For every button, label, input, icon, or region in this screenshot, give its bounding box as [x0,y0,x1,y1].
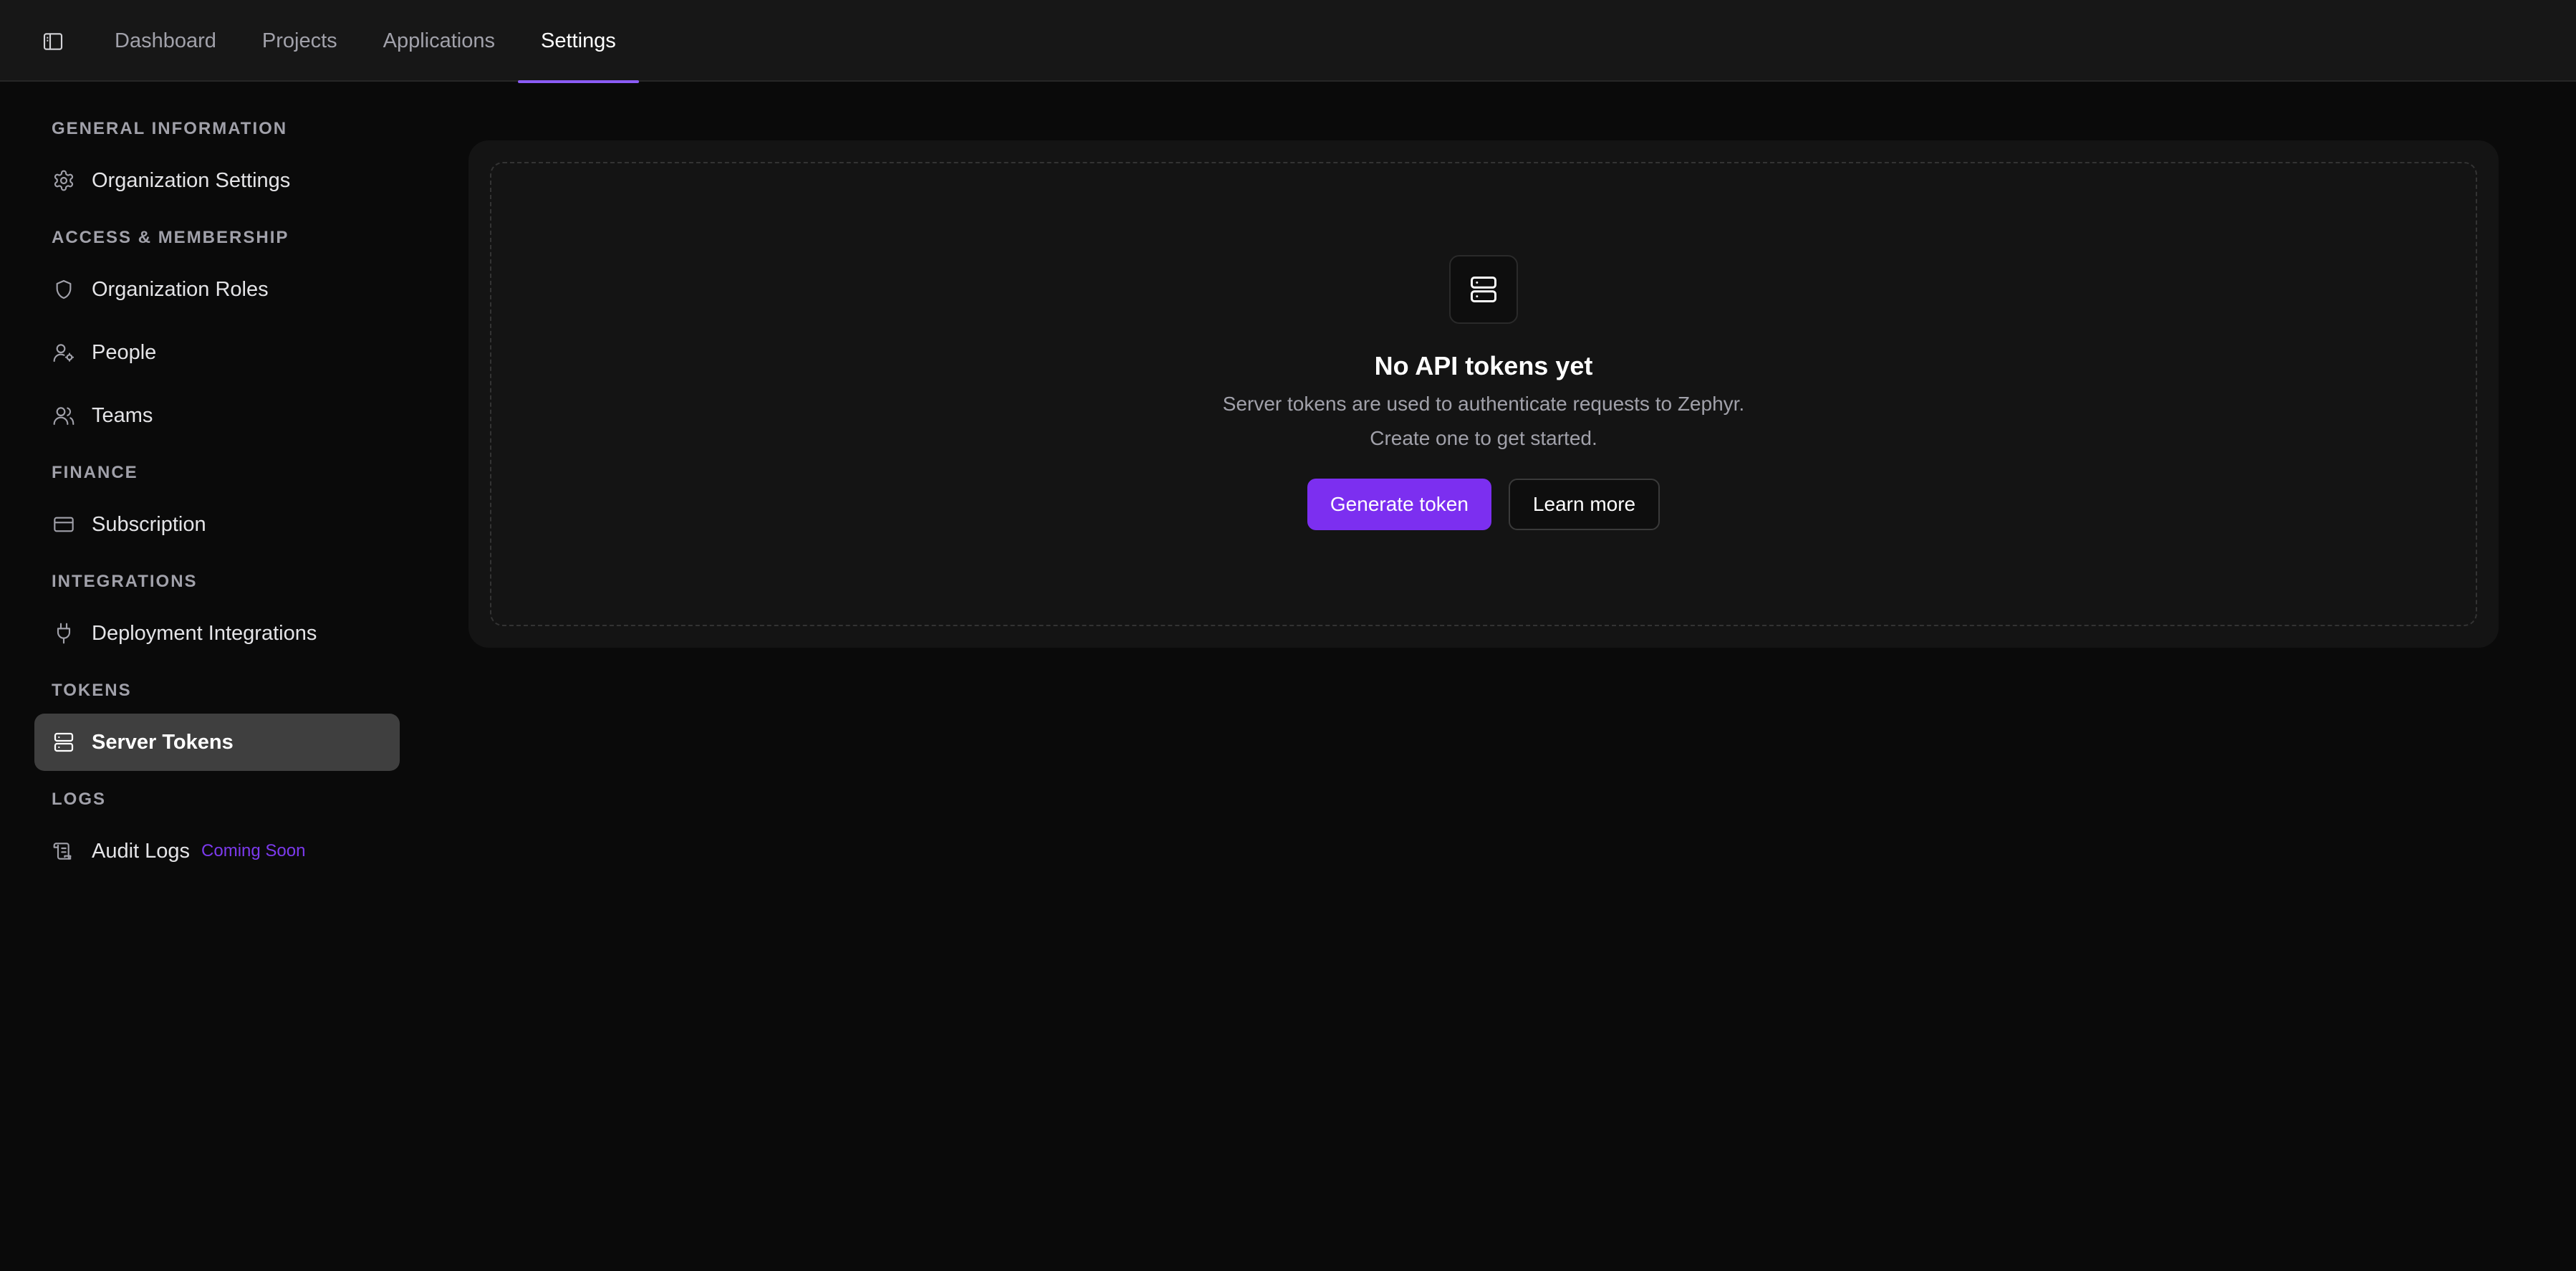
section-label-general-information: GENERAL INFORMATION [52,119,288,138]
sidebar-item-teams[interactable]: Teams [34,387,400,444]
top-navigation-bar: Dashboard Projects Applications Settings [0,0,2576,83]
empty-state: No API tokens yet Server tokens are used… [490,162,2477,626]
sidebar-item-label: Deployment Integrations [92,621,317,645]
users-icon [52,403,76,428]
empty-state-title: No API tokens yet [1374,351,1593,380]
sidebar-item-label: Organization Roles [92,277,269,301]
plug-icon [52,621,76,646]
sidebar-item-organization-settings[interactable]: Organization Settings [34,152,400,209]
sidebar-item-people[interactable]: People [34,324,400,381]
sidebar-item-subscription[interactable]: Subscription [34,496,400,553]
tab-projects[interactable]: Projects [239,0,360,82]
tab-applications[interactable]: Applications [360,0,518,82]
gear-icon [52,168,76,193]
shield-icon [52,277,76,302]
scroll-icon [52,839,76,863]
section-label-logs: LOGS [52,790,107,809]
credit-card-icon [52,512,76,537]
sidebar-item-label: Teams [92,403,153,427]
tab-dashboard[interactable]: Dashboard [92,0,239,82]
server-tokens-panel: No API tokens yet Server tokens are used… [468,140,2499,648]
sidebar-item-label: Subscription [92,512,206,536]
settings-sidebar: GENERAL INFORMATION Organization Setting… [0,82,430,1271]
empty-state-description: Server tokens are used to authenticate r… [1222,393,1745,415]
sidebar-item-deployment-integrations[interactable]: Deployment Integrations [34,605,400,662]
coming-soon-badge: Coming Soon [201,841,306,860]
main-tabs: Dashboard Projects Applications Settings [92,0,639,83]
sidebar-toggle-button[interactable] [42,30,64,53]
generate-token-button[interactable]: Generate token [1307,479,1491,530]
learn-more-button[interactable]: Learn more [1508,479,1661,530]
section-label-integrations: INTEGRATIONS [52,572,198,591]
section-label-finance: FINANCE [52,463,138,482]
sidebar-toggle-icon [43,33,63,50]
empty-state-actions: Generate token Learn more [491,479,2476,530]
sidebar-item-audit-logs[interactable]: Audit Logs Coming Soon [34,822,400,880]
empty-state-icon-box [1449,255,1518,324]
sidebar-item-label: Organization Settings [92,168,291,192]
user-gear-icon [52,340,76,365]
sidebar-item-server-tokens[interactable]: Server Tokens [34,714,400,771]
section-label-tokens: TOKENS [52,681,132,700]
section-label-access-membership: ACCESS & MEMBERSHIP [52,228,289,247]
server-icon [1471,277,1496,302]
sidebar-item-label: People [92,340,157,364]
server-icon [52,730,76,754]
sidebar-item-label: Audit Logs [92,839,191,863]
sidebar-item-label: Server Tokens [92,730,234,754]
empty-state-description-secondary: Create one to get started. [1370,427,1597,449]
tab-settings[interactable]: Settings [518,0,639,83]
sidebar-item-organization-roles[interactable]: Organization Roles [34,261,400,318]
